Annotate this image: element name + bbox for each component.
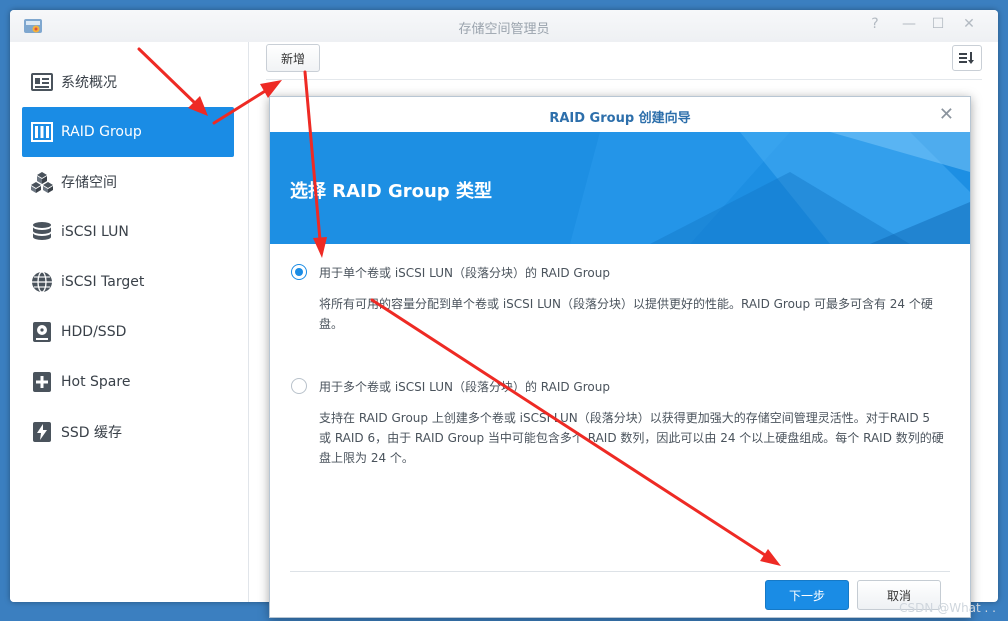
sidebar-item-label: RAID Group <box>61 124 142 140</box>
dialog-close-icon[interactable]: ✕ <box>939 104 954 125</box>
watermark: CSDN @What . . <box>899 601 996 615</box>
sidebar: 系统概况 RAID Group 存储空间 iSCSI LUN iSCSI Tar… <box>10 42 249 602</box>
sidebar-item-storage[interactable]: 存储空间 <box>22 157 234 207</box>
footer-divider <box>290 571 950 572</box>
dialog-title-bar: RAID Group 创建向导 ✕ <box>270 97 970 132</box>
sidebar-item-label: iSCSI Target <box>61 274 145 290</box>
wizard-banner: 选择 RAID Group 类型 <box>270 132 970 244</box>
minimize-icon[interactable]: — <box>900 16 918 32</box>
sidebar-item-hot-spare[interactable]: Hot Spare <box>22 357 234 407</box>
option-label[interactable]: 用于多个卷或 iSCSI LUN（段落分块）的 RAID Group <box>319 378 610 395</box>
sidebar-item-hdd-ssd[interactable]: HDD/SSD <box>22 307 234 357</box>
title-bar: 存储空间管理员 ? — ☐ ✕ <box>10 10 998 42</box>
overview-icon <box>31 71 53 93</box>
database-icon <box>31 221 53 243</box>
sidebar-item-raid-group[interactable]: RAID Group <box>22 107 234 157</box>
plus-box-icon <box>31 371 53 393</box>
next-button[interactable]: 下一步 <box>765 580 849 610</box>
sidebar-item-label: 系统概况 <box>61 75 117 91</box>
option-label[interactable]: 用于单个卷或 iSCSI LUN（段落分块）的 RAID Group <box>319 264 610 281</box>
dialog-title: RAID Group 创建向导 <box>549 111 691 126</box>
wizard-heading: 选择 RAID Group 类型 <box>290 181 492 202</box>
sidebar-item-iscsi-lun[interactable]: iSCSI LUN <box>22 207 234 257</box>
close-icon[interactable]: ✕ <box>960 16 978 32</box>
sort-icon[interactable] <box>952 45 982 71</box>
globe-icon <box>31 271 53 293</box>
flash-icon <box>31 421 53 443</box>
sidebar-item-overview[interactable]: 系统概况 <box>22 57 234 107</box>
sidebar-item-label: HDD/SSD <box>61 324 127 340</box>
option-description: 将所有可用的容量分配到单个卷或 iSCSI LUN（段落分块）以提供更好的性能。… <box>319 297 933 331</box>
maximize-icon[interactable]: ☐ <box>929 16 947 32</box>
add-button[interactable]: 新增 <box>266 44 320 72</box>
sidebar-item-iscsi-target[interactable]: iSCSI Target <box>22 257 234 307</box>
help-icon[interactable]: ? <box>866 16 884 32</box>
sidebar-item-label: iSCSI LUN <box>61 224 129 240</box>
raid-icon <box>31 121 53 143</box>
option-description: 支持在 RAID Group 上创建多个卷或 iSCSI LUN（段落分块）以获… <box>319 411 944 465</box>
sidebar-item-ssd-cache[interactable]: SSD 缓存 <box>22 407 234 457</box>
sidebar-item-label: Hot Spare <box>61 374 131 390</box>
raid-group-wizard-dialog: RAID Group 创建向导 ✕ 选择 RAID Group 类型 用于单个卷… <box>269 96 971 618</box>
disk-icon <box>31 321 53 343</box>
toolbar-divider <box>266 79 982 80</box>
radio-multiple-volume[interactable] <box>291 378 307 394</box>
window-title: 存储空间管理员 <box>458 22 550 37</box>
radio-single-volume[interactable] <box>291 264 307 280</box>
sidebar-item-label: SSD 缓存 <box>61 425 123 441</box>
sidebar-item-label: 存储空间 <box>61 175 117 191</box>
storage-cubes-icon <box>31 171 53 193</box>
